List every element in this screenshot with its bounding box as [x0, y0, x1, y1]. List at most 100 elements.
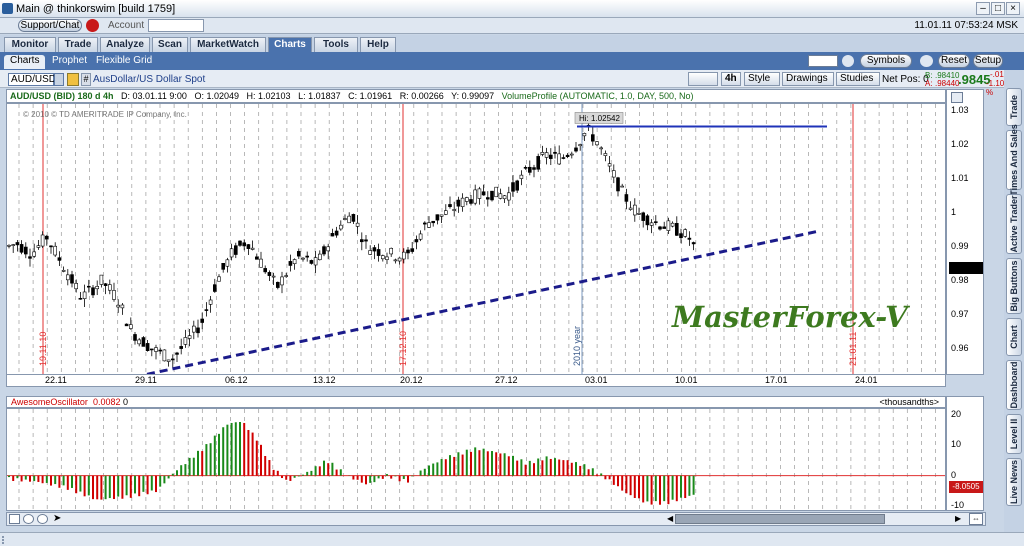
candle [435, 214, 440, 225]
side-tab-dashboard[interactable]: Dashboard [1006, 360, 1022, 410]
price-tick-label: 0.96 [951, 342, 969, 353]
candle [292, 258, 297, 270]
side-tab-chart[interactable]: Chart [1006, 318, 1022, 356]
candle [632, 198, 637, 222]
candle [485, 191, 490, 207]
candle [603, 150, 608, 162]
studies-button[interactable]: Studies [836, 72, 880, 86]
subtab-charts[interactable]: Charts [4, 55, 46, 69]
candle [490, 190, 494, 202]
tab-tools[interactable]: Tools [314, 37, 358, 52]
candle [477, 186, 482, 205]
candle [213, 278, 217, 293]
side-tab-times-and-sales[interactable]: Times And Sales [1006, 124, 1022, 196]
link-icon[interactable] [67, 73, 79, 86]
candle [217, 274, 221, 282]
study-label[interactable]: VolumeProfile (AUTOMATIC, 1.0, DAY, 500,… [502, 91, 694, 101]
sub-tabs: Symbols Reset Setup Charts Prophet Flexibl… [0, 52, 1024, 70]
candle [296, 248, 301, 259]
layout-menu-icon[interactable] [842, 55, 854, 67]
tab-trade[interactable]: Trade [58, 37, 98, 52]
side-tab-big-buttons[interactable]: Big Buttons [1006, 258, 1022, 314]
candle [141, 336, 146, 347]
account-select[interactable] [148, 19, 204, 32]
price-tick-label: 0.98 [951, 274, 969, 285]
tab-charts[interactable]: Charts [268, 37, 312, 52]
zoom-in-icon[interactable] [23, 514, 34, 524]
tab-marketwatch[interactable]: MarketWatch [190, 37, 266, 52]
candle [683, 228, 688, 238]
account-bar: Support/Chat Account 11.01.11 07:53:24 M… [0, 18, 1024, 34]
candle [590, 126, 595, 146]
candle [154, 344, 158, 360]
symbol-input[interactable]: AUD/USD [8, 73, 56, 86]
print-icon[interactable] [920, 55, 933, 67]
support-chat-button[interactable]: Support/Chat [18, 19, 82, 32]
tab-monitor[interactable]: Monitor [4, 37, 56, 52]
expand-icon[interactable]: ⇔ [969, 513, 983, 525]
candle [95, 280, 99, 296]
chart-title: AUD/USD (BID) 180 d 4h [10, 91, 114, 101]
side-tab-label: Chart [1009, 325, 1019, 349]
ao-chart[interactable] [6, 408, 946, 511]
close-button[interactable]: × [1006, 2, 1020, 15]
candle [82, 284, 87, 307]
candle [569, 151, 574, 159]
maximize-button[interactable]: □ [991, 2, 1005, 15]
date-axis: 22.11 29.11 06.12 13.12 20.12 27.12 03.01 10.01… [6, 375, 946, 387]
candle [275, 281, 280, 290]
right-side-panel: Trade Times And Sales Active Trader Big But… [1004, 70, 1024, 532]
subtab-flexible-grid[interactable]: Flexible Grid [90, 55, 158, 69]
candle [548, 148, 553, 166]
price-chart[interactable]: 19.11.10 17.12.10 21.01.11 2010 year Hi: 1.0… [6, 103, 946, 375]
candle [196, 319, 200, 338]
cursor-icon[interactable]: ➤ [53, 514, 61, 524]
subtab-prophet[interactable]: Prophet [46, 55, 93, 69]
candle [494, 186, 499, 198]
candle [103, 282, 108, 295]
layout-field[interactable] [808, 55, 838, 67]
side-tab-active-trader[interactable]: Active Trader [1006, 194, 1022, 254]
candle [397, 257, 402, 265]
price-tick-label: 1.02 [951, 138, 969, 149]
scroll-left-arrow[interactable]: ◀ [667, 514, 673, 523]
candle [527, 160, 532, 176]
candle [137, 337, 141, 347]
symbols-button[interactable]: Symbols [860, 54, 912, 68]
ao-tick-label: -10 [951, 499, 965, 510]
zoom-tools-button[interactable] [688, 72, 718, 86]
price-tick-label: 0.99 [951, 240, 969, 251]
style-button[interactable]: Style [744, 72, 780, 86]
side-tab-trade[interactable]: Trade [1006, 88, 1022, 126]
tab-analyze[interactable]: Analyze [100, 37, 150, 52]
zoom-fit-icon[interactable] [9, 514, 20, 524]
candle [313, 251, 318, 273]
tab-help[interactable]: Help [360, 37, 396, 52]
candle [506, 186, 511, 206]
drawings-button[interactable]: Drawings [782, 72, 834, 86]
ao-name[interactable]: AwesomeOscillator [11, 397, 88, 407]
side-tab-live-news[interactable]: Live News [1006, 458, 1022, 506]
scroll-right-arrow[interactable]: ▶ [955, 514, 961, 523]
candle [393, 258, 398, 264]
candle [410, 241, 415, 254]
horizontal-scrollbar-thumb[interactable] [675, 514, 885, 524]
minimize-button[interactable]: – [976, 2, 990, 15]
candle [670, 221, 675, 228]
alert-icon[interactable] [86, 19, 99, 32]
price-chart-svg: 19.11.10 17.12.10 21.01.11 2010 year Hi: 1.0… [7, 104, 936, 374]
candle [204, 302, 209, 317]
zoom-out-icon[interactable] [37, 514, 48, 524]
candle [653, 215, 658, 226]
timeframe-button[interactable]: 4h [721, 72, 741, 86]
chart-settings-icon[interactable] [951, 92, 963, 103]
candle [225, 257, 230, 273]
hash-icon[interactable]: # [81, 73, 91, 86]
candle [87, 279, 91, 293]
setup-button[interactable]: Setup [973, 54, 1003, 68]
tab-scan[interactable]: Scan [152, 37, 188, 52]
symbol-dropdown-icon[interactable] [54, 73, 64, 86]
side-tab-level-ii[interactable]: Level II [1006, 414, 1022, 454]
candle [246, 244, 251, 255]
reset-button[interactable]: Reset [938, 54, 970, 68]
